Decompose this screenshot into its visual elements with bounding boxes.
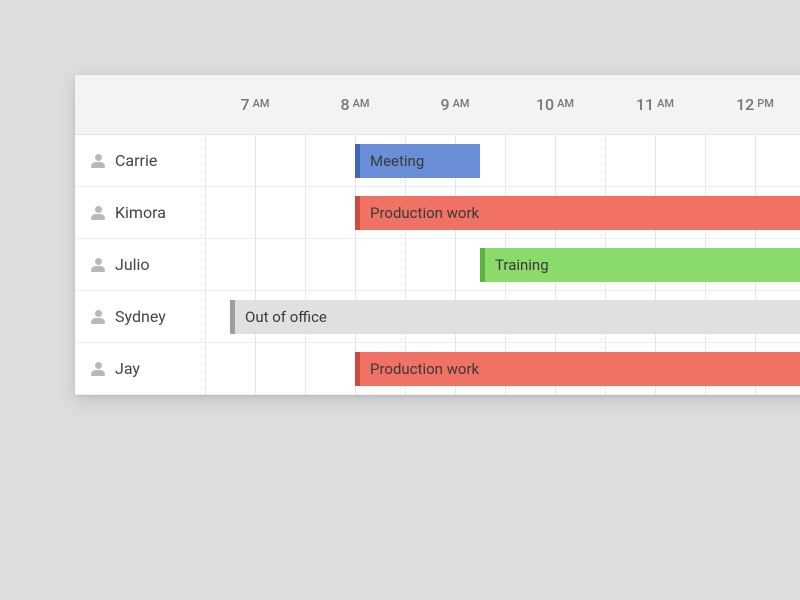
person-cell[interactable]: Sydney xyxy=(75,291,205,342)
event-label: Training xyxy=(495,256,549,274)
time-hour: 12 xyxy=(736,95,754,114)
person-cell[interactable]: Kimora xyxy=(75,187,205,238)
time-hour: 8 xyxy=(340,95,349,114)
schedule-row: Carrie Meeting xyxy=(75,135,800,187)
event-block[interactable]: Production work xyxy=(355,196,800,230)
event-label: Production work xyxy=(370,360,479,378)
schedule-row: Sydney Out of office xyxy=(75,291,800,343)
schedule-row: Kimora Production work xyxy=(75,187,800,239)
time-hour: 7 xyxy=(240,95,249,114)
time-ampm: AM xyxy=(657,97,674,110)
event-block[interactable]: Production work xyxy=(355,352,800,386)
time-ampm: AM xyxy=(353,97,370,110)
event-label: Out of office xyxy=(245,308,327,326)
time-ampm: AM xyxy=(557,97,574,110)
row-track[interactable]: Production work xyxy=(205,187,800,238)
event-block[interactable]: Meeting xyxy=(355,144,480,178)
person-icon xyxy=(91,258,105,272)
time-header-row: 7AM8AM9AM10AM11AM12PM xyxy=(75,75,800,135)
person-icon xyxy=(91,362,105,376)
person-icon xyxy=(91,206,105,220)
row-track[interactable]: Meeting xyxy=(205,135,800,186)
row-track[interactable]: Production work xyxy=(205,343,800,394)
schedule-body: Carrie Meeting Kimora Production work Julio T… xyxy=(75,135,800,395)
time-hour: 10 xyxy=(536,95,554,114)
row-track[interactable]: Training xyxy=(205,239,800,290)
person-name: Sydney xyxy=(115,307,166,326)
corner-cell xyxy=(75,75,205,135)
event-label: Meeting xyxy=(370,152,424,170)
event-block[interactable]: Training xyxy=(480,248,800,282)
time-header: 9 AM xyxy=(405,75,505,135)
time-header: 7 AM xyxy=(205,75,305,135)
time-header: 12PM xyxy=(705,75,800,135)
time-ampm: AM xyxy=(453,97,470,110)
person-cell[interactable]: Jay xyxy=(75,343,205,394)
time-ampm: PM xyxy=(757,97,774,110)
person-name: Carrie xyxy=(115,151,157,170)
person-name: Julio xyxy=(115,255,150,274)
row-track[interactable]: Out of office xyxy=(205,291,800,342)
time-header: 11AM xyxy=(605,75,705,135)
event-label: Production work xyxy=(370,204,479,222)
event-block[interactable]: Out of office xyxy=(230,300,800,334)
schedule-row: Julio Training xyxy=(75,239,800,291)
person-icon xyxy=(91,154,105,168)
time-hour: 9 xyxy=(440,95,449,114)
time-ampm: AM xyxy=(253,97,270,110)
person-name: Kimora xyxy=(115,203,166,222)
person-name: Jay xyxy=(115,359,140,378)
person-cell[interactable]: Julio xyxy=(75,239,205,290)
time-header: 10AM xyxy=(505,75,605,135)
schedule-card: 7AM8AM9AM10AM11AM12PM CarrieMeetingKimor… xyxy=(75,75,800,395)
person-icon xyxy=(91,310,105,324)
person-cell[interactable]: Carrie xyxy=(75,135,205,186)
schedule-row: Jay Production work xyxy=(75,343,800,395)
time-hour: 11 xyxy=(636,95,654,114)
time-header: 8 AM xyxy=(305,75,405,135)
